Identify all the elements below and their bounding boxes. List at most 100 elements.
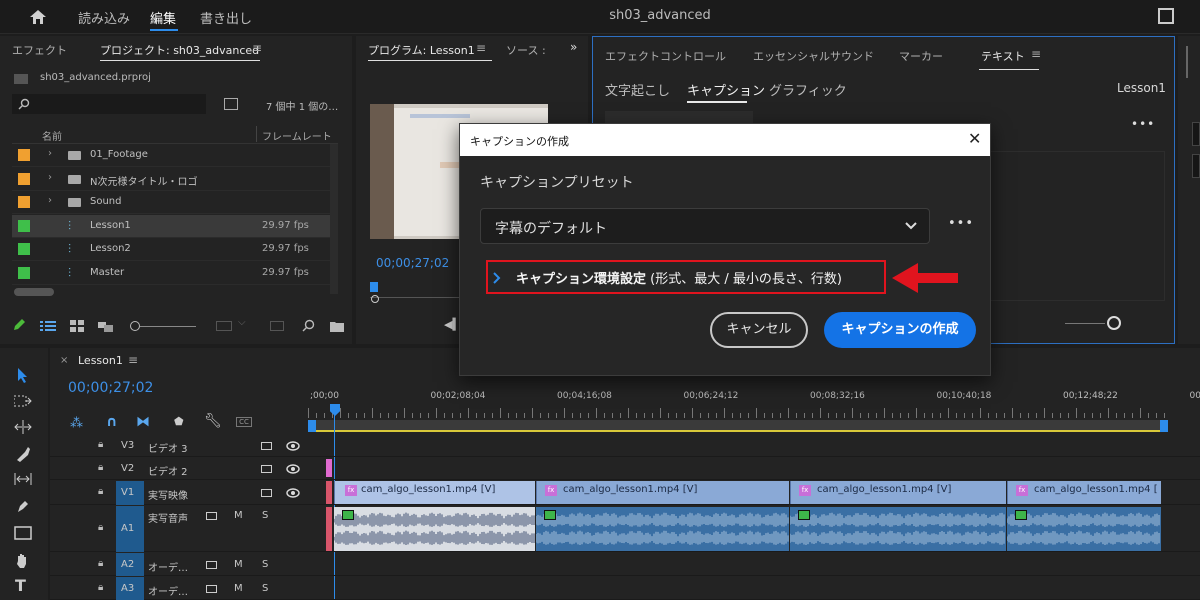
track-target[interactable]: A3 bbox=[116, 577, 144, 600]
track-target[interactable]: A1 bbox=[116, 506, 144, 552]
column-fps[interactable]: フレームレート bbox=[262, 128, 332, 143]
tab-effect-controls[interactable]: エフェクトコントロール bbox=[605, 48, 726, 64]
project-item[interactable]: ⫶ Lesson1 29.97 fps bbox=[12, 214, 338, 238]
sync-lock-icon[interactable] bbox=[261, 442, 272, 450]
find-icon[interactable] bbox=[302, 319, 315, 332]
subtab-graphics[interactable]: グラフィック bbox=[769, 80, 847, 99]
tab-essential-sound[interactable]: エッセンシャルサウンド bbox=[753, 48, 874, 64]
field-stub[interactable] bbox=[1192, 154, 1200, 178]
video-clip[interactable]: fx cam_algo_lesson1.mp4 [V] bbox=[536, 481, 789, 504]
linked-selection-icon[interactable]: ∩ bbox=[106, 414, 117, 430]
scrollbar-vertical[interactable] bbox=[1186, 46, 1188, 78]
track-lane[interactable] bbox=[308, 457, 1200, 480]
selection-tool-icon[interactable] bbox=[14, 366, 32, 384]
sync-lock-icon[interactable] bbox=[206, 512, 217, 520]
panel-menu-icon[interactable]: ≡ bbox=[128, 353, 138, 367]
fullscreen-icon[interactable] bbox=[1158, 8, 1174, 24]
lock-icon[interactable]: 🔒︎ bbox=[98, 439, 103, 450]
pencil-icon[interactable] bbox=[12, 318, 26, 332]
track-target[interactable]: A2 bbox=[116, 553, 144, 576]
in-point-handle[interactable] bbox=[308, 420, 316, 432]
tab-project[interactable]: プロジェクト: sh03_advanced bbox=[100, 42, 259, 58]
lock-icon[interactable]: 🔒︎ bbox=[98, 582, 103, 593]
label-color-swatch[interactable] bbox=[18, 243, 30, 255]
chevron-right-icon[interactable]: › bbox=[48, 172, 52, 183]
track-header-v2[interactable]: 🔒︎ V2 ビデオ 2 bbox=[50, 457, 308, 480]
track-target[interactable]: V2 bbox=[116, 457, 144, 480]
video-clip[interactable]: fx cam_algo_lesson1.mp4 [V] bbox=[790, 481, 1006, 504]
audio-clip[interactable] bbox=[536, 507, 789, 551]
mute-button[interactable]: M bbox=[234, 583, 243, 594]
zoom-slider-track[interactable] bbox=[1065, 323, 1105, 324]
track-target[interactable]: V1 bbox=[116, 481, 144, 505]
chevron-right-icon[interactable]: › bbox=[48, 195, 52, 206]
subtab-transcript[interactable]: 文字起こし bbox=[605, 80, 670, 99]
timeline-timecode[interactable]: 00;00;27;02 bbox=[68, 380, 153, 396]
eye-icon[interactable] bbox=[286, 441, 300, 451]
caption-settings-expander[interactable]: キャプション環境設定 (形式、最大 / 最小の長さ、行数) bbox=[490, 262, 884, 292]
solo-button[interactable]: S bbox=[262, 583, 268, 594]
mute-button[interactable]: M bbox=[234, 559, 243, 570]
lock-icon[interactable]: 🔒︎ bbox=[98, 486, 103, 497]
out-point-handle[interactable] bbox=[1160, 420, 1168, 432]
solo-button[interactable]: S bbox=[262, 559, 268, 570]
in-point-marker[interactable] bbox=[370, 282, 378, 292]
clip-edge[interactable] bbox=[326, 507, 332, 551]
project-item[interactable]: › 01_Footage bbox=[12, 144, 338, 167]
mute-button[interactable]: M bbox=[234, 510, 243, 521]
tab-text[interactable]: テキスト bbox=[981, 48, 1025, 64]
snap-icon[interactable]: ⁂ bbox=[70, 416, 83, 431]
sort-icon[interactable] bbox=[216, 321, 232, 331]
add-marker-icon[interactable]: ⧓ bbox=[136, 414, 150, 430]
slip-tool-icon[interactable] bbox=[13, 472, 33, 486]
pen-tool-icon[interactable] bbox=[15, 498, 31, 514]
field-stub[interactable] bbox=[1192, 122, 1200, 146]
ripple-edit-tool-icon[interactable] bbox=[14, 420, 32, 434]
lock-icon[interactable]: 🔒︎ bbox=[98, 462, 103, 473]
sort-dropdown-icon[interactable]: ⌵ bbox=[238, 317, 246, 328]
track-header-v3[interactable]: 🔒︎ V3 ビデオ 3 bbox=[50, 434, 308, 457]
captions-icon[interactable]: CC bbox=[236, 417, 252, 427]
sync-lock-icon[interactable] bbox=[261, 489, 272, 497]
sync-lock-icon[interactable] bbox=[206, 561, 217, 569]
lock-icon[interactable]: 🔒︎ bbox=[98, 558, 103, 569]
marker-icon[interactable]: ⬟ bbox=[174, 415, 184, 428]
preset-dropdown[interactable]: 字幕のデフォルト bbox=[480, 208, 930, 244]
clip-edge[interactable] bbox=[326, 481, 332, 504]
label-color-swatch[interactable] bbox=[18, 172, 30, 185]
track-lane[interactable] bbox=[308, 434, 1200, 457]
graphic-clip[interactable] bbox=[326, 459, 332, 477]
track-header-v1[interactable]: 🔒︎ V1 実写映像 bbox=[50, 481, 308, 505]
video-clip[interactable]: fx cam_algo_lesson1.mp4 [ bbox=[1007, 481, 1161, 504]
wrench-icon[interactable]: 🔧︎ bbox=[204, 413, 222, 429]
scrollbar-vertical[interactable] bbox=[330, 144, 338, 294]
project-item[interactable]: ⫶ Lesson2 29.97 fps bbox=[12, 238, 338, 261]
project-item[interactable]: ⫶ Master 29.97 fps bbox=[12, 262, 338, 285]
label-color-swatch[interactable] bbox=[18, 266, 30, 279]
solo-button[interactable]: S bbox=[262, 510, 268, 521]
tab-sequence[interactable]: Lesson1 bbox=[78, 354, 123, 367]
label-color-swatch[interactable] bbox=[18, 219, 30, 232]
eye-icon[interactable] bbox=[286, 464, 300, 474]
track-header-a1[interactable]: 🔒︎ A1 実写音声 M S bbox=[50, 506, 308, 552]
zoom-slider-track[interactable] bbox=[140, 326, 196, 327]
track-header-a3[interactable]: 🔒︎ A3 オーデ… M S bbox=[50, 577, 308, 600]
create-captions-button[interactable]: キャプションの作成 bbox=[824, 312, 976, 348]
search-input[interactable] bbox=[12, 94, 206, 114]
track-header-a2[interactable]: 🔒︎ A2 オーデ… M S bbox=[50, 553, 308, 576]
tab-markers[interactable]: マーカー bbox=[899, 48, 943, 64]
audio-clip[interactable] bbox=[334, 507, 535, 551]
close-tab-icon[interactable]: × bbox=[60, 355, 68, 366]
track-select-tool-icon[interactable] bbox=[14, 394, 32, 408]
razor-tool-icon[interactable] bbox=[15, 446, 31, 462]
scrollbar-horizontal[interactable] bbox=[14, 288, 54, 296]
panel-menu-icon[interactable]: ≡ bbox=[252, 41, 262, 55]
cancel-button[interactable]: キャンセル bbox=[710, 312, 808, 348]
tab-effects[interactable]: エフェクト bbox=[12, 42, 67, 58]
eye-icon[interactable] bbox=[286, 488, 300, 498]
zoom-handle[interactable] bbox=[371, 295, 379, 303]
sync-lock-icon[interactable] bbox=[206, 585, 217, 593]
more-panels-icon[interactable]: » bbox=[570, 40, 577, 54]
more-options-icon[interactable]: ••• bbox=[1131, 117, 1155, 131]
audio-clip[interactable] bbox=[790, 507, 1006, 551]
